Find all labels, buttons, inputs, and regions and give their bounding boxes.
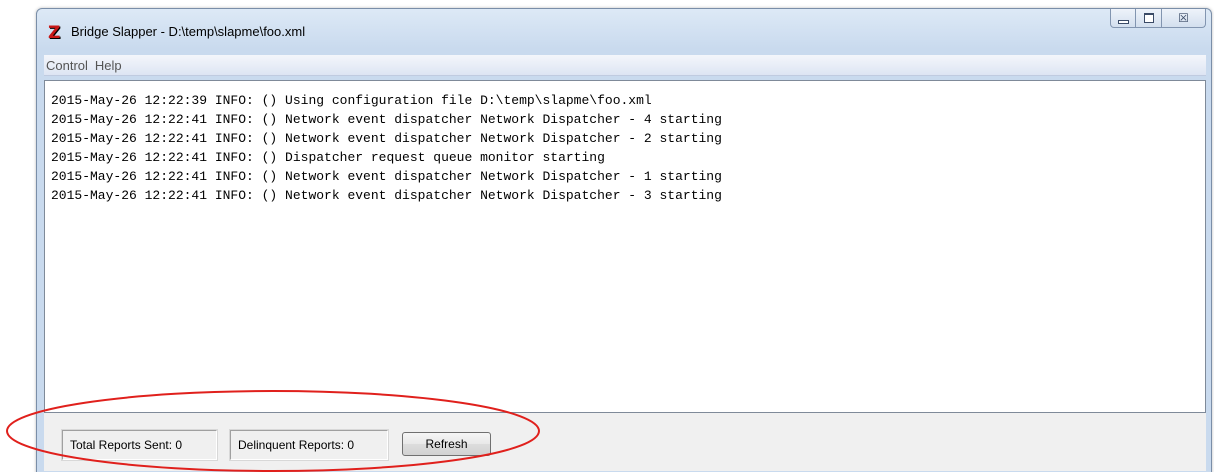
app-window: Z Bridge Slapper - D:\temp\slapme\foo.xm… <box>36 8 1212 472</box>
screenshot: Z Bridge Slapper - D:\temp\slapme\foo.xm… <box>0 0 1214 472</box>
minimize-icon <box>1117 19 1129 24</box>
status-panel: Total Reports Sent: 0 Delinquent Reports… <box>44 413 1206 471</box>
title-bar[interactable]: Z Bridge Slapper - D:\temp\slapme\foo.xm… <box>37 9 1211 54</box>
maximize-button[interactable] <box>1136 9 1162 28</box>
minimize-button[interactable] <box>1110 9 1136 28</box>
log-output[interactable]: 2015-May-26 12:22:39 INFO: () Using conf… <box>44 80 1206 413</box>
delinquent-reports: Delinquent Reports: 0 <box>229 429 389 461</box>
app-z-icon: Z <box>48 23 61 43</box>
window-title: Bridge Slapper - D:\temp\slapme\foo.xml <box>71 24 306 39</box>
maximize-icon <box>1143 13 1154 23</box>
close-icon: ☒ <box>1178 11 1189 25</box>
total-reports-sent: Total Reports Sent: 0 <box>61 429 218 461</box>
log-line: 2015-May-26 12:22:39 INFO: () Using conf… <box>51 93 652 108</box>
log-line: 2015-May-26 12:22:41 INFO: () Network ev… <box>51 131 722 146</box>
menu-bar: Control Help <box>44 55 1206 76</box>
menu-control[interactable]: Control <box>44 58 91 73</box>
log-line: 2015-May-26 12:22:41 INFO: () Dispatcher… <box>51 150 605 165</box>
log-line: 2015-May-26 12:22:41 INFO: () Network ev… <box>51 188 722 203</box>
log-line: 2015-May-26 12:22:41 INFO: () Network ev… <box>51 169 722 184</box>
caption-buttons: ☒ <box>1110 9 1206 29</box>
menu-help[interactable]: Help <box>91 58 125 73</box>
log-line: 2015-May-26 12:22:41 INFO: () Network ev… <box>51 112 722 127</box>
close-button[interactable]: ☒ <box>1162 9 1206 28</box>
refresh-button[interactable]: Refresh <box>402 432 491 456</box>
